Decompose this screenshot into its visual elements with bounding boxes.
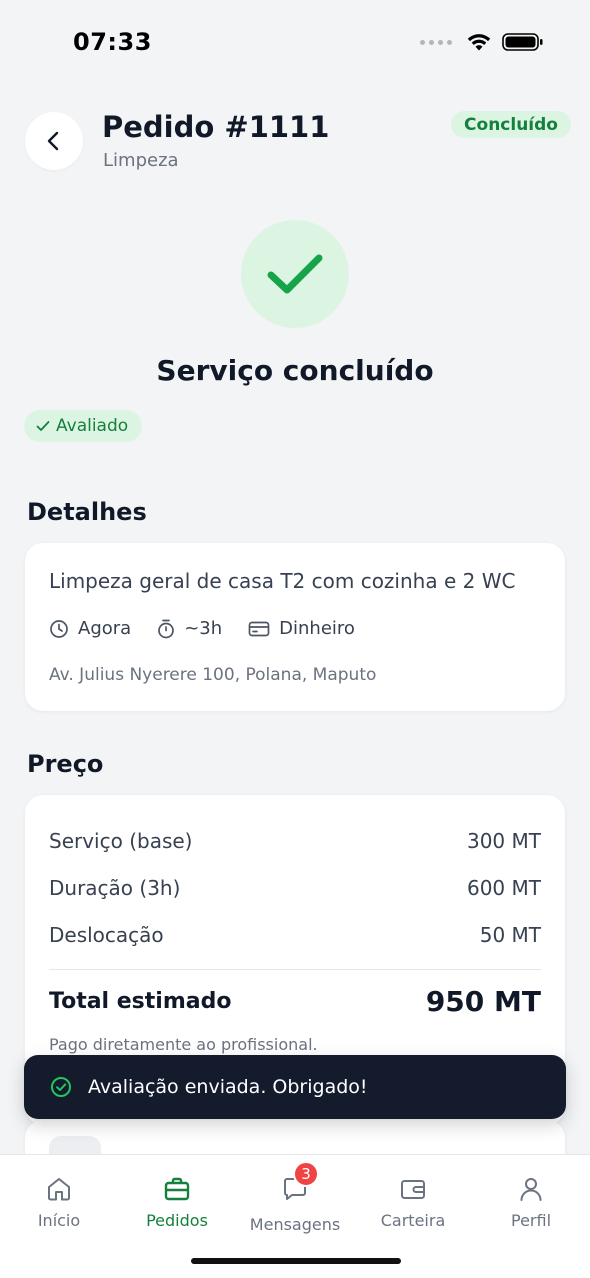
page-subtitle: Limpeza	[103, 150, 179, 171]
toast-message: Avaliação enviada. Obrigado!	[88, 1076, 368, 1098]
tab-label: Pedidos	[146, 1211, 208, 1230]
home-indicator[interactable]	[191, 1258, 401, 1264]
tab-inicio[interactable]: Início	[0, 1175, 118, 1230]
completed-indicator	[241, 220, 349, 328]
tab-pedidos[interactable]: Pedidos	[118, 1175, 236, 1230]
price-row-value: 600 MT	[466, 876, 541, 900]
rated-badge: Avaliado	[24, 410, 143, 442]
unread-badge: 3	[293, 1161, 319, 1187]
service-meta: Agora ~3h Dinheiro	[49, 618, 381, 639]
completion-title: Serviço concluído	[156, 354, 434, 387]
meta-when: Agora	[49, 618, 131, 639]
total-row: Total estimado 950 MT	[49, 985, 541, 1018]
total-value: 950 MT	[425, 985, 541, 1018]
user-icon	[520, 1178, 542, 1201]
status-bar: 07:33	[0, 0, 590, 88]
briefcase-icon	[164, 1177, 190, 1201]
wallet-icon	[401, 1180, 425, 1199]
tab-label: Mensagens	[249, 1215, 341, 1234]
tab-label: Carteira	[380, 1211, 446, 1230]
payment-note: Pago diretamente ao profissional.	[49, 1035, 318, 1054]
header: Pedido #1111 Limpeza Concluído	[0, 110, 590, 180]
check-icon	[267, 254, 323, 294]
rated-label: Avaliado	[56, 416, 129, 436]
service-address: Av. Julius Nyerere 100, Polana, Maputo	[49, 665, 377, 685]
details-card: Limpeza geral de casa T2 com cozinha e 2…	[25, 543, 565, 711]
wifi-icon	[467, 34, 491, 51]
total-label: Total estimado	[49, 989, 232, 1014]
signal-icon	[420, 39, 452, 45]
price-row-label: Deslocação	[49, 923, 164, 947]
service-description: Limpeza geral de casa T2 com cozinha e 2…	[49, 569, 516, 593]
clock-icon	[50, 619, 68, 638]
price-section-title: Preço	[27, 750, 104, 778]
tab-perfil[interactable]: Perfil	[472, 1175, 590, 1230]
price-row: Serviço (base) 300 MT	[49, 829, 541, 853]
price-row-label: Serviço (base)	[49, 829, 193, 853]
price-row-value: 300 MT	[466, 829, 541, 853]
toast-notification: Avaliação enviada. Obrigado!	[24, 1055, 566, 1119]
tab-label: Início	[37, 1211, 81, 1230]
card-icon	[248, 621, 270, 636]
home-icon	[48, 1178, 70, 1201]
meta-payment-label: Dinheiro	[279, 618, 355, 639]
meta-duration-label: ~3h	[184, 618, 223, 639]
status-badge: Concluído	[451, 111, 571, 138]
meta-duration: ~3h	[157, 618, 222, 639]
meta-payment: Dinheiro	[248, 618, 355, 639]
meta-when-label: Agora	[78, 618, 132, 639]
price-row: Duração (3h) 600 MT	[49, 876, 541, 900]
back-button[interactable]	[25, 112, 83, 170]
details-section-title: Detalhes	[27, 498, 147, 526]
status-time: 07:33	[73, 28, 152, 56]
check-circle-icon	[51, 1077, 71, 1097]
tab-mensagens[interactable]: 3 Mensagens	[236, 1161, 354, 1234]
tab-carteira[interactable]: Carteira	[354, 1175, 472, 1230]
page-title: Pedido #1111	[102, 110, 330, 144]
check-small-icon	[36, 421, 50, 431]
battery-icon	[502, 33, 543, 51]
tab-label: Perfil	[510, 1211, 552, 1230]
chevron-left-icon	[47, 131, 59, 151]
price-row: Deslocação 50 MT	[49, 923, 541, 947]
timer-icon	[158, 619, 175, 638]
price-row-value: 50 MT	[479, 923, 541, 947]
chat-icon-wrapper: 3	[281, 1161, 319, 1207]
price-divider	[49, 969, 541, 970]
status-icons	[420, 32, 544, 52]
price-row-label: Duração (3h)	[49, 876, 181, 900]
